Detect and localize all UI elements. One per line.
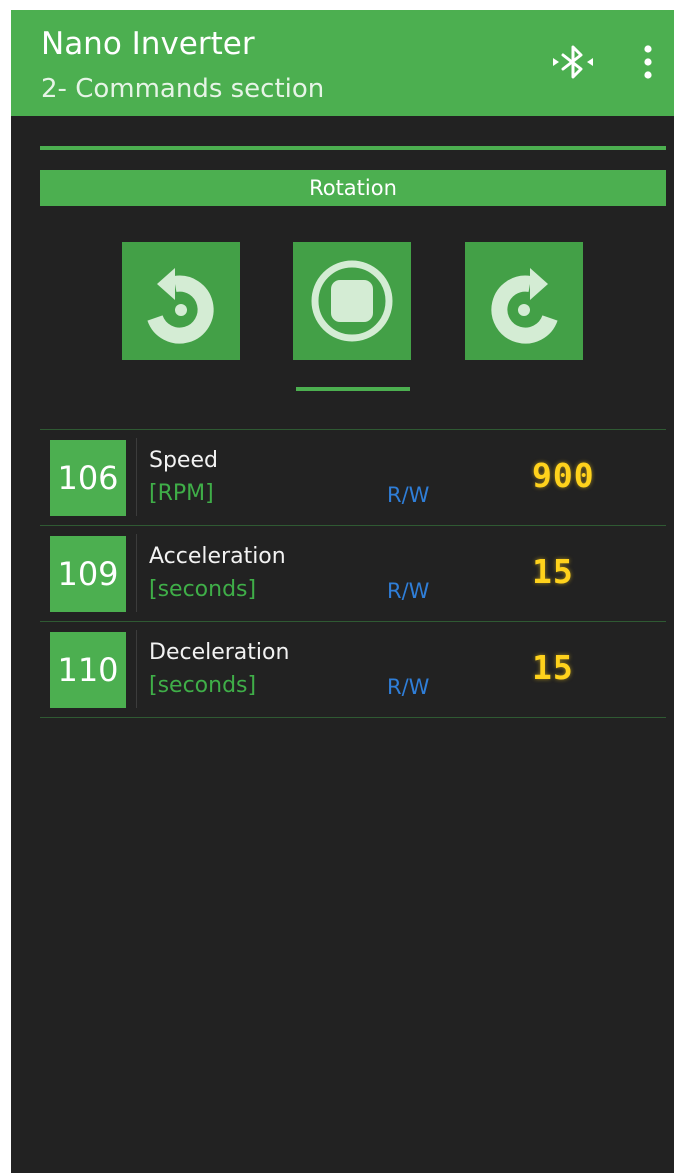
rotate-cw-icon — [491, 268, 558, 344]
rotate-clockwise-button[interactable] — [465, 242, 583, 360]
parameter-id: 110 — [50, 632, 126, 708]
parameter-access[interactable]: R/W — [387, 481, 429, 509]
app-subtitle: 2- Commands section — [41, 74, 325, 104]
parameter-unit: [seconds] — [149, 673, 257, 698]
parameter-id: 106 — [50, 440, 126, 516]
more-vertical-icon[interactable] — [637, 42, 659, 82]
parameter-access[interactable]: R/W — [387, 673, 429, 701]
parameter-unit: [seconds] — [149, 577, 257, 602]
app-title: Nano Inverter — [41, 26, 255, 62]
rotate-counterclockwise-button[interactable] — [122, 242, 240, 360]
bluetooth-searching-icon[interactable] — [551, 40, 595, 84]
app-bar: Nano Inverter 2- Commands section — [11, 10, 674, 116]
parameter-unit: [RPM] — [149, 481, 214, 506]
stop-button[interactable] — [293, 242, 411, 360]
row-divider — [136, 630, 137, 708]
row-divider — [136, 534, 137, 612]
active-indicator — [296, 387, 410, 391]
parameter-name: Speed — [149, 448, 218, 473]
row-divider — [136, 438, 137, 516]
parameter-value[interactable]: 15 — [532, 649, 574, 687]
app-screen: Nano Inverter 2- Commands section Rotati… — [11, 10, 674, 1173]
parameter-row-acceleration[interactable]: 109 Acceleration [seconds] R/W 15 — [40, 525, 666, 621]
parameter-row-speed[interactable]: 106 Speed [RPM] R/W 900 — [40, 429, 666, 525]
parameter-value[interactable]: 900 — [532, 457, 595, 495]
parameter-access[interactable]: R/W — [387, 577, 429, 605]
rotation-section-header: Rotation — [40, 170, 666, 206]
parameter-name: Deceleration — [149, 640, 290, 665]
parameter-name: Acceleration — [149, 544, 286, 569]
parameter-row-deceleration[interactable]: 110 Deceleration [seconds] R/W 15 — [40, 621, 666, 718]
top-divider — [40, 146, 666, 150]
rotate-ccw-icon — [147, 268, 214, 344]
parameter-value[interactable]: 15 — [532, 553, 574, 591]
stop-icon — [311, 260, 393, 342]
parameter-list: 106 Speed [RPM] R/W 900 109 Acceleration… — [40, 429, 666, 718]
parameter-id: 109 — [50, 536, 126, 612]
